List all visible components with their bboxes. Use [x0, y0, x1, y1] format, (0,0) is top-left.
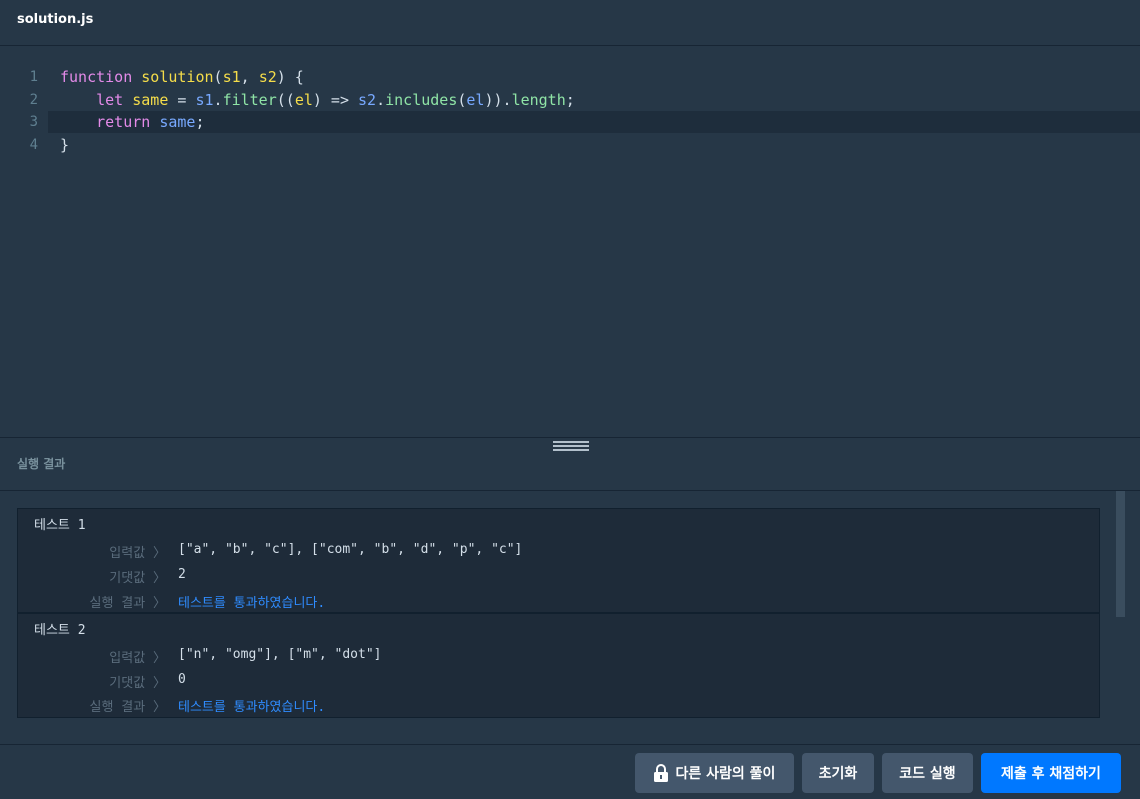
line-number: 4 — [29, 137, 38, 153]
action-bar: 다른 사람의 풀이 초기화 코드 실행 제출 후 채점하기 — [0, 744, 1140, 799]
expected-label: 기댓값 〉 — [109, 676, 166, 691]
result-label: 실행 결과 〉 — [89, 596, 167, 611]
code-line-1[interactable]: 1 function solution(s1, s2) { — [0, 66, 1140, 88]
test-title: 테스트 2 — [34, 623, 86, 638]
expected-value: 0 — [178, 672, 186, 687]
expected-value: 2 — [178, 567, 186, 582]
other-solutions-button[interactable]: 다른 사람의 풀이 — [635, 753, 794, 793]
run-code-button[interactable]: 코드 실행 — [882, 753, 973, 793]
lock-icon — [653, 764, 668, 782]
submit-button[interactable]: 제출 후 채점하기 — [981, 753, 1121, 793]
result-value: 테스트를 통과하였습니다. — [178, 700, 326, 715]
code-text: let same = s1.filter((el) => s2.includes… — [96, 91, 575, 109]
input-value: ["a", "b", "c"], ["com", "b", "d", "p", … — [178, 542, 523, 557]
file-tab-title[interactable]: solution.js — [17, 12, 93, 27]
other-solutions-label: 다른 사람의 풀이 — [675, 766, 776, 782]
code-editor[interactable]: 1 function solution(s1, s2) { 2 let same… — [0, 47, 1140, 437]
expected-label: 기댓값 〉 — [109, 571, 166, 586]
reset-button[interactable]: 초기화 — [802, 753, 874, 793]
test-result-1: 테스트 1 입력값 〉 ["a", "b", "c"], ["com", "b"… — [17, 508, 1100, 613]
results-title: 실행 결과 — [17, 457, 66, 471]
results-panel: 테스트 1 입력값 〉 ["a", "b", "c"], ["com", "b"… — [0, 491, 1140, 744]
drag-handle-icon[interactable] — [553, 441, 589, 451]
line-number: 1 — [29, 69, 38, 85]
code-text: return same; — [96, 113, 205, 131]
test-title: 테스트 1 — [34, 518, 86, 533]
results-header: 실행 결과 — [0, 437, 1140, 491]
code-text: } — [60, 136, 70, 154]
test-result-2: 테스트 2 입력값 〉 ["n", "omg"], ["m", "dot"] 기… — [17, 613, 1100, 718]
code-line-2[interactable]: 2 let same = s1.filter((el) => s2.includ… — [0, 89, 1140, 111]
code-workspace: solution.js 1 function solution(s1, s2) … — [0, 0, 1140, 799]
code-text: function solution(s1, s2) { — [60, 68, 304, 86]
code-line-4[interactable]: 4 } — [0, 134, 1140, 156]
line-number: 2 — [29, 92, 38, 108]
input-label: 입력값 〉 — [109, 651, 166, 666]
result-value: 테스트를 통과하였습니다. — [178, 596, 326, 611]
line-number: 3 — [29, 114, 38, 130]
input-value: ["n", "omg"], ["m", "dot"] — [178, 647, 382, 662]
result-label: 실행 결과 〉 — [89, 700, 167, 715]
code-line-3[interactable]: return same; — [48, 111, 1140, 133]
file-tab-bar: solution.js — [0, 0, 1140, 46]
results-scrollbar[interactable] — [1116, 491, 1125, 617]
input-label: 입력값 〉 — [109, 546, 166, 561]
